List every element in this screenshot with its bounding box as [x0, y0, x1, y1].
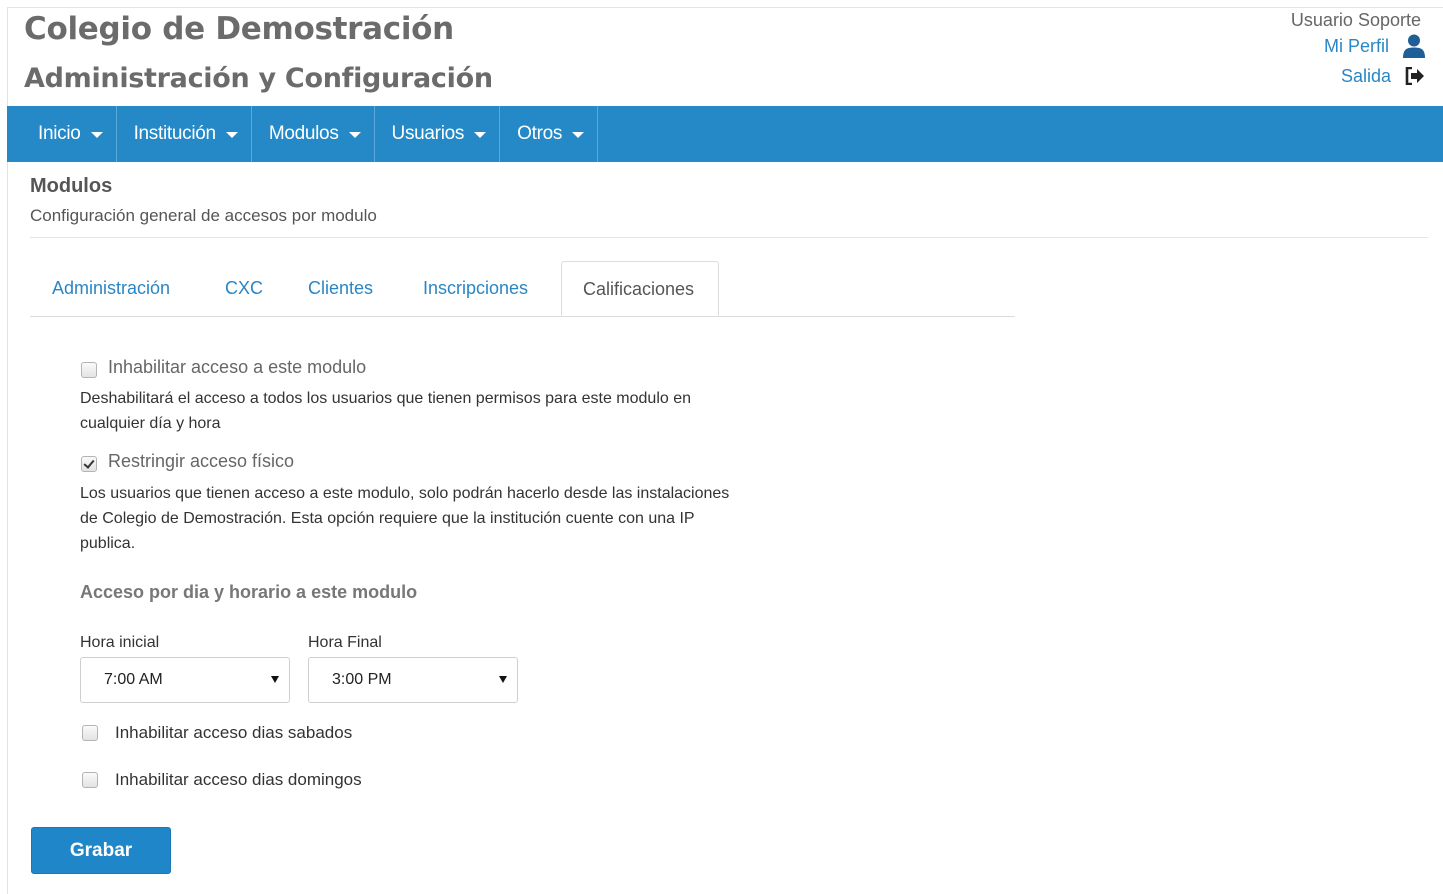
- sign-out-icon: [1405, 67, 1424, 85]
- profile-link[interactable]: Mi Perfil: [1291, 31, 1425, 61]
- app-title: Administración y Configuración: [24, 63, 493, 94]
- disable-saturday-label: Inhabilitar acceso dias sabados: [115, 723, 353, 742]
- institution-name: Colegio de Demostración: [24, 11, 454, 47]
- user-icon: [1403, 34, 1425, 58]
- caret-down-icon: [474, 132, 487, 138]
- help-text-line: de Colegio de Demostración. Esta opción …: [80, 510, 695, 527]
- restrict-physical-help: Los usuarios que tienen acceso a este mo…: [80, 481, 729, 556]
- restrict-physical-checkbox[interactable]: [81, 456, 97, 472]
- nav-item-label: Usuarios: [391, 123, 465, 144]
- caret-down-icon: [499, 676, 507, 683]
- logout-link[interactable]: Salida: [1291, 61, 1425, 91]
- disable-sunday-checkbox[interactable]: [82, 772, 98, 788]
- user-menu: Usuario Soporte Mi Perfil Salida: [1291, 10, 1425, 91]
- tab-clientes[interactable]: Clientes: [308, 261, 373, 316]
- user-name: Usuario Soporte: [1290, 10, 1421, 30]
- nav-item-institucion[interactable]: Institución: [117, 106, 252, 162]
- page-description: Configuración general de accesos por mod…: [30, 206, 377, 225]
- save-button[interactable]: Grabar: [31, 827, 171, 874]
- select-value: 3:00 PM: [332, 671, 392, 688]
- nav-item-label: Institución: [133, 123, 217, 144]
- main-nav: Inicio Institución Modulos Usuarios Otro…: [7, 106, 1443, 162]
- logout-link-label: Salida: [1340, 65, 1391, 86]
- nav-item-inicio[interactable]: Inicio: [7, 106, 117, 162]
- page-title: Modulos: [30, 175, 113, 197]
- start-time-label: Hora inicial: [80, 634, 160, 651]
- help-text-line: Los usuarios que tienen acceso a este mo…: [80, 485, 730, 502]
- tab-administracion[interactable]: Administración: [52, 261, 170, 316]
- help-text-line: Deshabilitará el acceso a todos los usua…: [80, 390, 692, 407]
- select-value: 7:00 AM: [104, 671, 163, 688]
- module-tabs: Administración CXC Clientes Inscripcione…: [30, 261, 1015, 317]
- tab-inscripciones[interactable]: Inscripciones: [423, 261, 528, 316]
- nav-item-label: Otros: [517, 123, 563, 144]
- caret-down-icon: [572, 132, 585, 138]
- divider: [30, 237, 1428, 238]
- tab-cxc[interactable]: CXC: [225, 261, 263, 316]
- disable-sunday-label: Inhabilitar acceso dias domingos: [115, 770, 362, 789]
- end-time-label: Hora Final: [308, 634, 382, 651]
- disable-access-label: Inhabilitar acceso a este modulo: [108, 357, 367, 377]
- nav-item-otros[interactable]: Otros: [500, 106, 599, 162]
- restrict-physical-label: Restringir acceso físico: [108, 451, 295, 471]
- disable-access-help: Deshabilitará el acceso a todos los usua…: [80, 386, 691, 436]
- help-text-line: publica.: [80, 535, 136, 552]
- disable-access-checkbox[interactable]: [81, 362, 97, 378]
- tab-calificaciones[interactable]: Calificaciones: [561, 261, 719, 316]
- start-time-select[interactable]: 7:00 AM: [80, 657, 290, 703]
- caret-down-icon: [225, 132, 238, 138]
- caret-down-icon: [90, 132, 103, 138]
- help-text-line: cualquier día y hora: [80, 415, 221, 432]
- disable-saturday-checkbox[interactable]: [82, 725, 98, 741]
- profile-link-label: Mi Perfil: [1323, 35, 1389, 56]
- caret-down-icon: [348, 132, 361, 138]
- nav-item-label: Inicio: [38, 123, 81, 144]
- nav-item-usuarios[interactable]: Usuarios: [375, 106, 501, 162]
- nav-item-modulos[interactable]: Modulos: [252, 106, 375, 162]
- caret-down-icon: [271, 676, 279, 683]
- end-time-select[interactable]: 3:00 PM: [308, 657, 518, 703]
- nav-item-label: Modulos: [268, 123, 339, 144]
- schedule-heading: Acceso por dia y horario a este modulo: [80, 582, 418, 602]
